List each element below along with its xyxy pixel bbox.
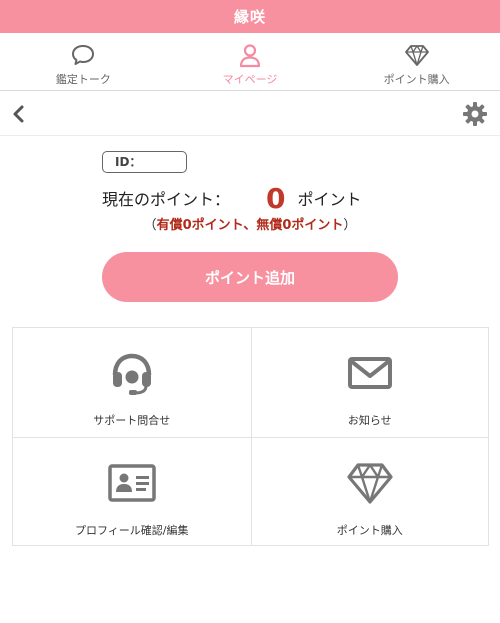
menu-grid: サポート問合せ お知らせ プロフィール確認/編集 ポイント購入 bbox=[12, 327, 489, 546]
page-nav-row bbox=[0, 92, 500, 136]
menu-label: プロフィール確認/編集 bbox=[75, 523, 189, 537]
menu-profile-edit[interactable]: プロフィール確認/編集 bbox=[13, 436, 251, 546]
current-points: 現在のポイント： 0 ポイント bbox=[102, 178, 422, 218]
menu-support-contact[interactable]: サポート問合せ bbox=[13, 328, 251, 437]
envelope-icon bbox=[347, 357, 392, 389]
chevron-left-icon[interactable] bbox=[8, 103, 30, 125]
menu-notices[interactable]: お知らせ bbox=[250, 328, 489, 437]
user-id-field: ID： bbox=[102, 151, 187, 173]
gear-icon[interactable] bbox=[462, 101, 488, 127]
add-points-label: ポイント追加 bbox=[204, 268, 295, 287]
tab-label: ポイント購入 bbox=[383, 73, 450, 86]
person-icon bbox=[239, 44, 261, 68]
points-breakdown: （有償0ポイント、無償0ポイント） bbox=[0, 214, 500, 233]
id-card-icon bbox=[108, 463, 156, 502]
breakdown-text: 有償0ポイント、無償0ポイント bbox=[156, 218, 344, 233]
points-value: 0 bbox=[266, 181, 286, 215]
diamond-icon bbox=[404, 45, 429, 66]
breakdown-open-paren: （ bbox=[143, 218, 157, 233]
menu-label: お知らせ bbox=[347, 414, 392, 427]
menu-label: ポイント購入 bbox=[336, 523, 403, 537]
tab-buy-points[interactable]: ポイント購入 bbox=[333, 33, 500, 90]
menu-buy-points[interactable]: ポイント購入 bbox=[250, 436, 488, 545]
headset-icon bbox=[112, 353, 151, 395]
diamond-icon bbox=[347, 462, 393, 504]
add-points-button[interactable]: ポイント追加 bbox=[102, 252, 398, 302]
app-title-bar: 縁咲 bbox=[0, 0, 500, 33]
tab-mypage[interactable]: マイページ bbox=[167, 33, 334, 90]
points-prefix: 現在のポイント： bbox=[102, 190, 231, 209]
chat-bubble-icon bbox=[72, 45, 95, 65]
app-title: 縁咲 bbox=[233, 8, 266, 26]
user-id-label: ID： bbox=[115, 155, 142, 169]
tab-label: 鑑定トーク bbox=[55, 73, 111, 86]
tab-consult-talk[interactable]: 鑑定トーク bbox=[0, 33, 167, 90]
top-tab-bar: 鑑定トーク マイページ ポイント購入 bbox=[0, 33, 500, 91]
menu-label: サポート問合せ bbox=[93, 414, 171, 427]
points-unit: ポイント bbox=[297, 190, 362, 209]
tab-label: マイページ bbox=[222, 73, 278, 86]
breakdown-close-paren: ） bbox=[343, 218, 357, 233]
